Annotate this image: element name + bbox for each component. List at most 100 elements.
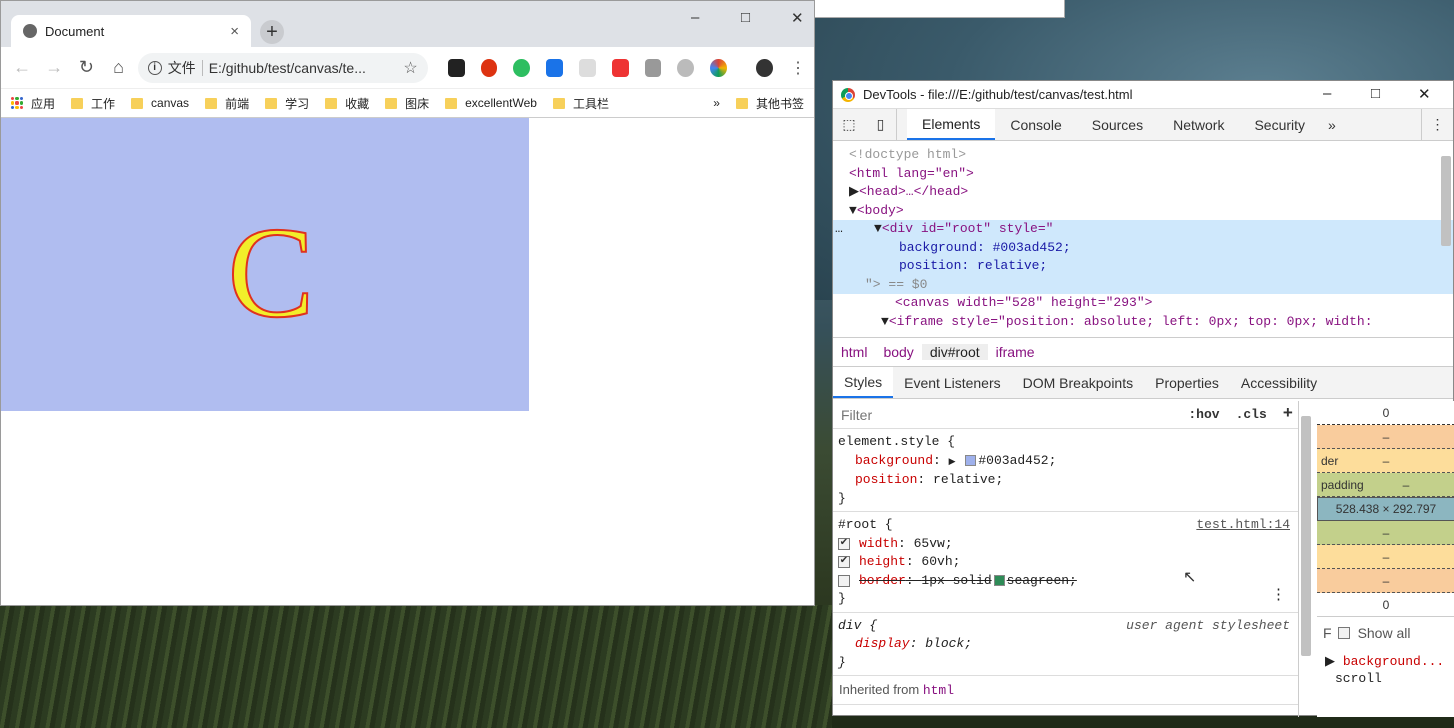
expand-triangle-icon[interactable]: ▶ [949,457,956,467]
tab-security[interactable]: Security [1239,109,1320,140]
inspect-icon[interactable]: ⬚ [833,109,865,140]
bookmark-folder[interactable]: canvas [131,96,189,110]
extension-icon-1[interactable] [447,58,465,77]
maximize-icon[interactable]: □ [741,9,750,26]
tab-sources[interactable]: Sources [1077,109,1158,140]
tab-console[interactable]: Console [995,109,1076,140]
tab-document[interactable]: Document × [11,15,251,47]
color-swatch[interactable] [993,575,1005,587]
dom-node-html[interactable]: <html lang="en"> [833,165,1453,184]
styles-scrollbar[interactable] [1301,416,1311,656]
style-property-height[interactable]: ✔ height: 60vh; [838,553,1292,572]
style-property-background[interactable]: background: ▶ #003ad452; [838,452,1292,472]
property-checkbox[interactable]: ✔ [838,537,850,550]
dom-node-canvas[interactable]: <canvas width="528" height="293"> [833,294,1453,313]
computed-property[interactable]: ▶ background... scroll [1317,649,1454,691]
bookmark-folder[interactable]: 工具栏 [552,95,609,112]
extension-icon-6[interactable] [611,58,629,77]
tab-styles[interactable]: Styles [833,367,894,398]
dom-node-doctype[interactable]: <!doctype html> [833,146,1453,165]
bookmark-folder[interactable]: 工作 [71,95,115,112]
style-property-width[interactable]: ✔ width: 65vw; [838,535,1292,554]
dom-node-iframe[interactable]: ▼<iframe style="position: absolute; left… [833,313,1453,332]
tab-event-listeners[interactable]: Event Listeners [893,367,1012,398]
padding-row[interactable]: padding – [1317,473,1454,497]
margin-top-value[interactable]: 0 [1317,401,1454,425]
tab-network[interactable]: Network [1158,109,1239,140]
show-all-checkbox[interactable] [1337,627,1350,639]
profile-avatar[interactable] [756,58,773,77]
evernote-icon[interactable] [513,58,531,77]
info-icon[interactable]: i [147,60,162,75]
minimize-icon[interactable]: – [1323,85,1331,102]
cls-toggle[interactable]: .cls [1231,407,1272,422]
extension-icon-5[interactable] [579,58,596,77]
show-all-label[interactable]: Show all [1358,625,1411,641]
breadcrumb-div-root[interactable]: div#root [921,344,988,360]
hov-toggle[interactable]: :hov [1183,407,1224,422]
url-text[interactable]: E:/github/test/canvas/te... [209,60,398,76]
dom-node-body[interactable]: ▼<body> [833,202,1453,221]
extension-icon-8[interactable] [677,58,695,77]
content-size[interactable]: 528.438 × 292.797 [1317,497,1454,521]
source-link[interactable]: test.html:14 [1196,516,1290,535]
bookmark-folder[interactable]: 前端 [205,95,249,112]
styles-filter-input[interactable] [841,406,1178,423]
device-toggle-icon[interactable]: ▯ [865,109,897,140]
styles-pane: :hov .cls + element.style { background: … [833,401,1299,717]
ellipsis-icon[interactable]: … [835,221,843,236]
dom-node-head[interactable]: ▶<head>…</head> [833,183,1453,202]
margin-row[interactable]: – [1317,425,1454,449]
breadcrumb-body[interactable]: body [875,344,921,360]
address-bar[interactable]: i 文件 E:/github/test/canvas/te... ☆ [137,52,428,83]
new-rule-button[interactable]: + [1278,405,1298,424]
maximize-icon[interactable]: □ [1371,85,1380,102]
margin-bottom-value[interactable]: 0 [1317,593,1454,617]
tab-properties[interactable]: Properties [1144,367,1230,398]
padding-bottom[interactable]: – [1317,521,1454,545]
tab-elements[interactable]: Elements [907,109,996,140]
close-window-icon[interactable]: ✕ [1418,85,1431,103]
back-icon[interactable]: ← [9,54,35,82]
bookmark-folder[interactable]: 图床 [385,95,429,112]
extension-icon-9[interactable] [710,58,728,77]
other-bookmarks[interactable]: 其他书签 [735,95,804,112]
color-swatch[interactable] [965,454,977,466]
dom-tree-scrollbar[interactable] [1441,156,1451,246]
devtools-titlebar: DevTools - file:///E:/github/test/canvas… [833,81,1453,109]
bookmarks-overflow-button[interactable]: » [713,96,720,110]
star-icon[interactable]: ☆ [403,58,417,78]
bookmark-apps[interactable]: 应用 [11,95,55,112]
reload-icon[interactable]: ↻ [73,54,99,82]
tab-dom-breakpoints[interactable]: DOM Breakpoints [1012,367,1144,398]
border-bottom[interactable]: – [1317,545,1454,569]
inherited-tag-link[interactable]: html [923,683,954,698]
bookmark-folder[interactable]: 学习 [265,95,309,112]
tab-close-icon[interactable]: × [230,23,239,40]
close-window-icon[interactable]: ✕ [791,9,804,27]
settings-menu-icon[interactable]: ⋮ [1421,109,1453,140]
new-tab-button[interactable]: + [260,20,284,44]
folder-icon [735,97,748,109]
rule-menu-icon[interactable]: ⋮ [1271,587,1286,606]
extension-icon-4[interactable] [546,58,563,77]
minimize-icon[interactable]: – [691,9,699,26]
style-property-border-disabled[interactable]: border: 1px solid seagreen; [838,572,1292,591]
margin-bottom[interactable]: – [1317,569,1454,593]
forward-icon[interactable]: → [41,54,67,82]
bookmark-folder[interactable]: excellentWeb [445,96,537,110]
breadcrumb-iframe[interactable]: iframe [988,344,1043,360]
extension-icon-2[interactable] [480,58,498,77]
property-checkbox[interactable] [838,574,850,587]
tab-accessibility[interactable]: Accessibility [1230,367,1328,398]
menu-icon[interactable]: ⋮ [790,58,806,78]
home-icon[interactable]: ⌂ [106,54,132,82]
extension-icon-7[interactable] [644,58,662,77]
style-property-position[interactable]: position: relative; [838,471,1292,490]
more-tabs-button[interactable]: » [1320,109,1344,140]
breadcrumb-html[interactable]: html [833,344,875,360]
bookmark-folder[interactable]: 收藏 [325,95,369,112]
border-row[interactable]: der – [1317,449,1454,473]
dom-node-root-selected[interactable]: … ▼<div id="root" style=" background: #0… [833,220,1453,294]
property-checkbox[interactable]: ✔ [838,556,850,569]
